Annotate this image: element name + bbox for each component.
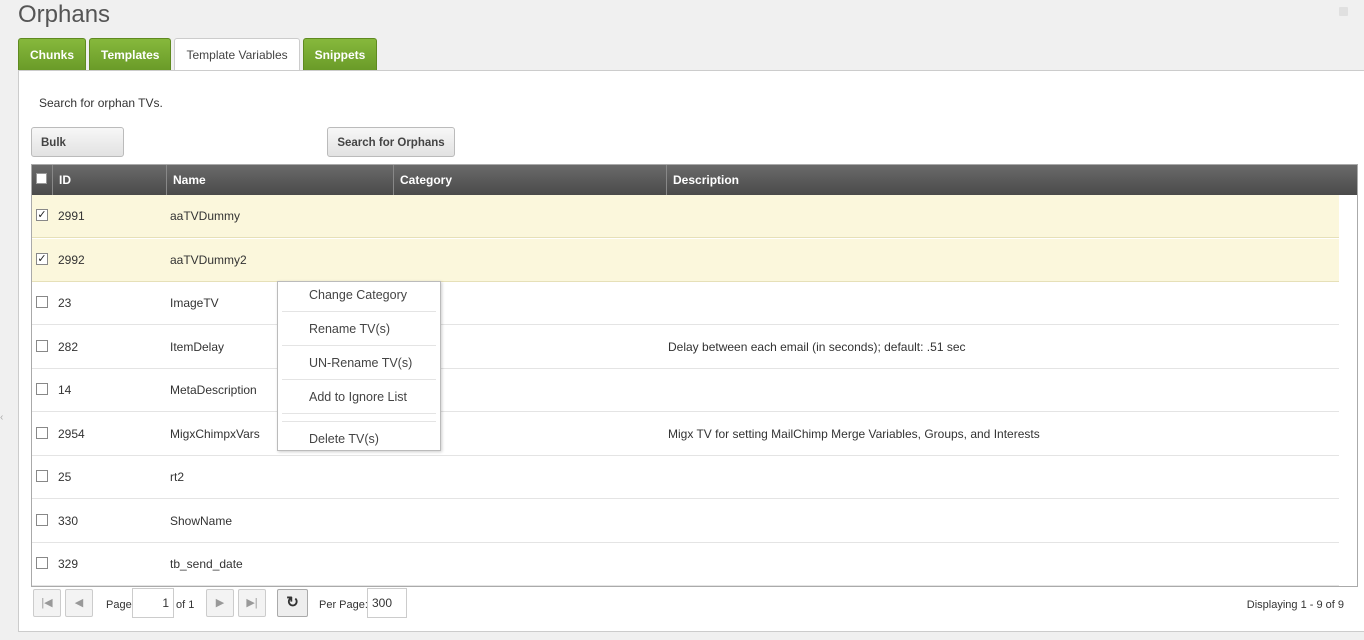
column-header-id[interactable]: ID bbox=[52, 165, 166, 195]
page-of-label: of 1 bbox=[176, 599, 195, 611]
select-all-checkbox[interactable] bbox=[36, 173, 47, 184]
menu-separator bbox=[282, 421, 436, 422]
last-page-button[interactable]: ▶| bbox=[238, 589, 266, 617]
displaying-count: Displaying 1 - 9 of 9 bbox=[1246, 599, 1344, 611]
pagination-bar: |◀ ◀ Page 1 of 1 ▶ ▶| ↻ Per Page: 300 Di… bbox=[31, 587, 1356, 623]
cell-id: 2954 bbox=[58, 426, 85, 441]
tab-templates[interactable]: Templates bbox=[89, 38, 172, 70]
cell-name: ImageTV bbox=[170, 296, 219, 310]
context-menu: Change Category Rename TV(s) UN-Rename T… bbox=[277, 281, 441, 451]
collapse-handle-icon[interactable]: ‹ bbox=[0, 412, 3, 424]
cell-description: Migx TV for setting MailChimp Merge Vari… bbox=[668, 426, 1040, 441]
table-row[interactable]: ✓ 2991 aaTVDummy bbox=[32, 195, 1339, 238]
menu-item-delete-tvs[interactable]: Delete TV(s) bbox=[309, 432, 379, 446]
cell-name: MigxChimpxVars bbox=[170, 426, 260, 441]
menu-separator bbox=[282, 379, 436, 380]
refresh-icon: ↻ bbox=[286, 594, 299, 611]
cell-name: aaTVDummy bbox=[170, 209, 241, 223]
bulk-actions-button[interactable]: Bulk Actions▾ bbox=[31, 127, 124, 179]
row-checkbox[interactable]: ✓ bbox=[36, 252, 48, 265]
column-header-description[interactable]: Description bbox=[666, 165, 1357, 195]
intro-text: Search for orphan TVs. bbox=[39, 96, 163, 110]
row-checkbox[interactable] bbox=[36, 557, 48, 569]
cell-name: ItemDelay bbox=[170, 339, 225, 354]
cell-id: 23 bbox=[58, 296, 72, 310]
tab-snippets[interactable]: Snippets bbox=[302, 38, 378, 70]
row-checkbox[interactable] bbox=[36, 513, 48, 526]
cell-id: 282 bbox=[58, 339, 79, 354]
menu-item-change-category[interactable]: Change Category bbox=[309, 288, 407, 302]
grid-header: ID Name Category Description bbox=[32, 165, 1357, 195]
table-row[interactable]: 330 ShowName bbox=[32, 500, 1339, 543]
row-checkbox[interactable] bbox=[36, 470, 48, 482]
cell-name: aaTVDummy2 bbox=[170, 252, 247, 267]
menu-separator bbox=[282, 311, 436, 312]
column-header-name[interactable]: Name bbox=[166, 165, 393, 195]
cell-id: 2992 bbox=[58, 252, 85, 267]
table-row[interactable]: 23 ImageTV bbox=[32, 282, 1339, 325]
menu-item-rename-tvs[interactable]: Rename TV(s) bbox=[309, 322, 390, 336]
menu-separator bbox=[282, 413, 436, 414]
cell-id: 2991 bbox=[58, 209, 85, 223]
refresh-button[interactable]: ↻ bbox=[277, 589, 308, 617]
table-row[interactable]: 14 MetaDescription bbox=[32, 369, 1339, 412]
table-row[interactable]: 282ItemDelayesourceDelay between each em… bbox=[32, 326, 1339, 369]
page-title: Orphans bbox=[18, 1, 111, 28]
tab-bar: Chunks Templates Template Variables Snip… bbox=[18, 38, 380, 72]
cell-name: tb_send_date bbox=[170, 557, 243, 571]
cell-id: 25 bbox=[58, 470, 72, 484]
per-page-label: Per Page: bbox=[319, 599, 368, 611]
cell-name: rt2 bbox=[170, 470, 185, 484]
menu-separator bbox=[282, 345, 436, 346]
page-number-input[interactable]: 1 bbox=[132, 588, 174, 618]
cell-name: ShowName bbox=[170, 513, 233, 528]
row-checkbox[interactable] bbox=[36, 296, 48, 308]
next-page-button[interactable]: ▶ bbox=[206, 589, 234, 617]
cell-id: 330 bbox=[58, 513, 79, 528]
search-orphans-button[interactable]: Search for Orphans bbox=[327, 127, 455, 157]
table-row[interactable]: 2954 MigxChimpxVars Migx TV for setting Ma… bbox=[32, 413, 1339, 456]
next-page-icon: ▶ bbox=[215, 597, 225, 609]
table-row[interactable]: 25 rt2 bbox=[32, 456, 1339, 499]
cell-id: 329 bbox=[58, 557, 79, 571]
column-header-category[interactable]: Category bbox=[393, 165, 666, 195]
tab-chunks[interactable]: Chunks bbox=[18, 38, 87, 70]
row-checkbox[interactable] bbox=[36, 339, 48, 352]
row-checkbox[interactable] bbox=[36, 383, 48, 395]
first-page-button[interactable]: |◀ bbox=[33, 589, 61, 617]
tab-panel: Search for orphan TVs. Bulk Actions▾ Sea… bbox=[18, 70, 1364, 632]
first-page-icon: |◀ bbox=[41, 597, 53, 609]
menu-item-add-to-ignore-list[interactable]: Add to Ignore List bbox=[309, 390, 407, 404]
orphans-grid: ID Name Category Description ✓ 2991 aaTVDu… bbox=[31, 164, 1358, 587]
table-row[interactable]: ✓ 2992 aaTVDummy2 bbox=[32, 238, 1339, 282]
prev-page-icon: ◀ bbox=[74, 597, 84, 609]
page-label: Page bbox=[106, 599, 132, 611]
window-control-icon[interactable] bbox=[1339, 7, 1348, 16]
tab-template-variables[interactable]: Template Variables bbox=[174, 38, 300, 72]
table-row[interactable]: 329 tb_send_date bbox=[32, 543, 1339, 586]
cell-description: Delay between each email (in seconds); d… bbox=[668, 339, 966, 354]
cell-id: 14 bbox=[58, 383, 72, 397]
menu-item-unrename-tvs[interactable]: UN-Rename TV(s) bbox=[309, 356, 412, 370]
row-checkbox[interactable] bbox=[36, 426, 48, 439]
last-page-icon: ▶| bbox=[246, 597, 258, 609]
prev-page-button[interactable]: ◀ bbox=[65, 589, 93, 617]
per-page-input[interactable]: 300 bbox=[367, 588, 407, 618]
row-checkbox[interactable]: ✓ bbox=[36, 209, 48, 221]
cell-name: MetaDescription bbox=[170, 383, 257, 397]
